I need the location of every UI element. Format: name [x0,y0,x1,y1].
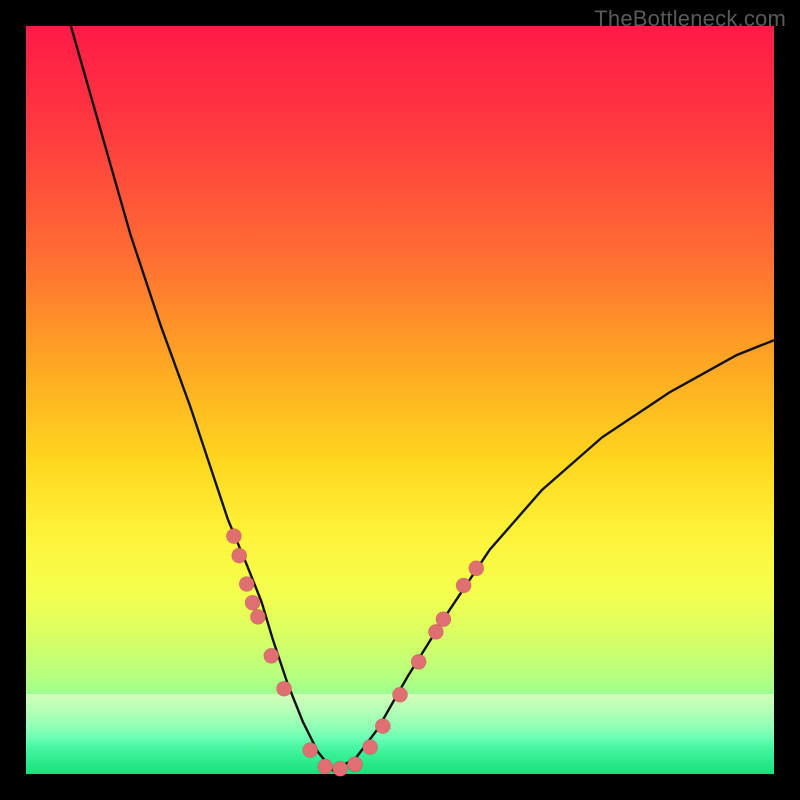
data-point [245,595,260,610]
data-point [348,757,363,772]
data-point [436,612,451,627]
data-point [250,609,265,624]
data-point [393,687,408,702]
data-point [411,654,426,669]
data-point [239,577,254,592]
data-point [226,529,241,544]
data-point [277,681,292,696]
data-point [469,561,484,576]
chart-frame: TheBottleneck.com [0,0,800,800]
data-point [318,759,333,774]
data-point [303,743,318,758]
plot-area [26,26,774,774]
curve-layer [26,26,774,774]
data-point [333,761,348,776]
data-point [456,578,471,593]
data-point [375,719,390,734]
data-point [264,648,279,663]
dot-group [226,529,483,777]
data-point [363,740,378,755]
data-point [232,548,247,563]
watermark-text: TheBottleneck.com [594,6,786,32]
